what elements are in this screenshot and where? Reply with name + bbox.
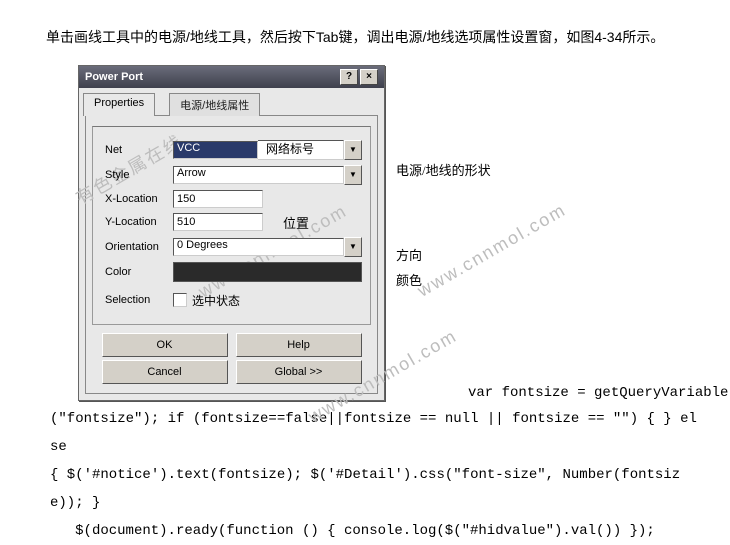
net-annot: 网络标号 [258, 140, 344, 160]
help-icon[interactable]: ? [340, 69, 358, 85]
orientation-label: Orientation [101, 241, 173, 253]
style-annot: 电源/地线的形状 [396, 160, 491, 179]
net-field[interactable]: VCC [173, 141, 258, 159]
field-group: Net VCC 网络标号 ▼ Style Arrow ▼ X-Locatio [92, 126, 371, 325]
close-icon[interactable]: × [360, 69, 378, 85]
code-line-1a: var fontsize = getQueryVariable [468, 385, 728, 401]
chevron-down-icon[interactable]: ▼ [344, 165, 362, 185]
watermark: www.cnnmol.com [414, 199, 570, 301]
tab-power-ground-attrs[interactable]: 电源/地线属性 [169, 93, 260, 116]
y-location-field[interactable] [173, 213, 263, 231]
global-button[interactable]: Global >> [236, 360, 362, 384]
properties-panel: Net VCC 网络标号 ▼ Style Arrow ▼ X-Locatio [85, 115, 378, 394]
x-location-label: X-Location [101, 193, 173, 205]
orientation-field[interactable]: 0 Degrees [173, 238, 344, 256]
dialog-title: Power Port [85, 71, 338, 83]
cancel-button[interactable]: Cancel [102, 360, 228, 384]
intro-text: 单击画线工具中的电源/地线工具，然后按下Tab键，调出电源/地线选项属性设置窗，… [18, 24, 712, 51]
selection-annot: 选中状态 [192, 292, 240, 309]
color-swatch[interactable] [173, 262, 362, 282]
code-line-3: { $('#notice').text(fontsize); $('#Detai… [30, 461, 700, 517]
code-line-2: ("fontsize"); if (fontsize==false||fonts… [30, 405, 700, 461]
orientation-annot: 方向 [396, 245, 422, 264]
code-snippet: ("fontsize"); if (fontsize==false||fonts… [18, 405, 712, 545]
selection-checkbox[interactable] [173, 293, 187, 307]
net-label: Net [101, 144, 173, 156]
ok-button[interactable]: OK [102, 333, 228, 357]
color-annot: 颜色 [396, 270, 422, 289]
style-label: Style [101, 169, 173, 181]
location-annot: 位置 [283, 213, 309, 232]
chevron-down-icon[interactable]: ▼ [344, 140, 362, 160]
style-field[interactable]: Arrow [173, 166, 344, 184]
color-label: Color [101, 266, 173, 278]
power-port-dialog: 有色金属在线 www.cnnmol.com www.cnnmol.com Pow… [78, 65, 385, 401]
titlebar[interactable]: Power Port ? × [79, 66, 384, 88]
y-location-label: Y-Location [101, 216, 173, 228]
tab-properties[interactable]: Properties [83, 93, 155, 116]
tab-strip: Properties 电源/地线属性 [79, 88, 384, 115]
help-button[interactable]: Help [236, 333, 362, 357]
chevron-down-icon[interactable]: ▼ [344, 237, 362, 257]
x-location-field[interactable] [173, 190, 263, 208]
selection-label: Selection [101, 294, 173, 306]
code-line-4: $(document).ready(function () { console.… [30, 517, 700, 545]
